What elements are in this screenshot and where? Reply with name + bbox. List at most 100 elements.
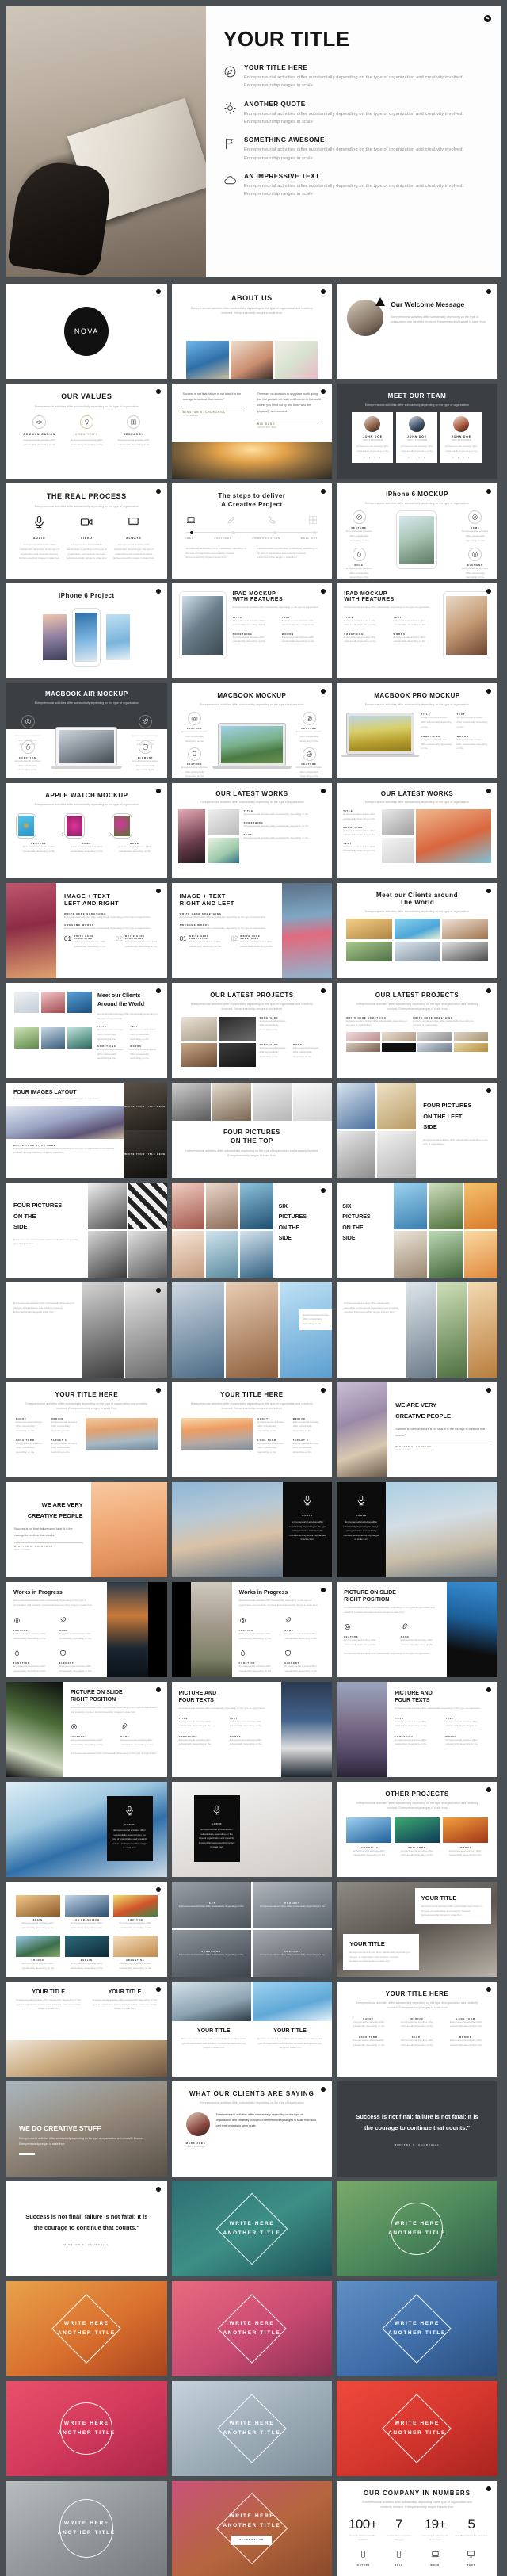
slide-ipad-mockup-features-2[interactable]: IPAD MOCKUP WITH FEATURES Entrepreneuria… [337, 583, 497, 678]
slide-creative-people-1[interactable]: WE ARE VERY CREATIVE PEOPLE Success is n… [337, 1382, 497, 1477]
slide-write-here-grey[interactable]: WRITE HERE ANOTHER TITLE [6, 2481, 167, 2576]
slide-six-pictures-side-1[interactable]: SIX PICTURES ON THE SIDE [171, 1183, 333, 1278]
slide-body: Entrepreneurial activities differ substa… [421, 1905, 482, 1917]
slide-your-title-images[interactable]: YOUR TITLE Entrepreneurial activities di… [171, 1982, 333, 2077]
slide-write-here-warm[interactable]: WRITE HERE ANOTHER TITLE SLIDESALAD [171, 2481, 333, 2576]
slide-image-text-right-left[interactable]: IMAGE + TEXT RIGHT AND LEFT WRITE HERE S… [171, 883, 333, 978]
social-icons[interactable]: ✦ ✦ ✦ ✦ [355, 456, 390, 459]
slide-our-latest-works-1[interactable]: OUR LATEST WORKS Entrepreneurial activit… [171, 783, 333, 878]
slide-your-title-here-1[interactable]: YOUR TITLE HERE Entrepreneurial activiti… [6, 1382, 167, 1477]
client-photo [40, 1027, 66, 1049]
social-icons[interactable]: ✦ ✦ ✦ ✦ [399, 456, 434, 459]
hero-slide[interactable]: YOUR TITLE YOUR TITLE HERE Entrepreneuri… [0, 0, 507, 284]
slide-picture-four-texts-2[interactable]: PICTURE AND FOUR TEXTS Entrepreneurial a… [337, 1682, 497, 1777]
macbook-frame [51, 727, 123, 769]
slide-quote-city[interactable]: Success is not final; failure is not fat… [171, 384, 333, 479]
slide-gallery-right[interactable]: Entrepreneurial activities differ substa… [337, 1282, 497, 1378]
slide-write-here-red[interactable]: WRITE HERE ANOTHER TITLE [6, 2381, 167, 2476]
slide-about-us[interactable]: ABOUT US Entrepreneurial activities diff… [171, 284, 333, 379]
slide-write-here-silver[interactable]: WRITE HERE ANOTHER TITLE [171, 2381, 333, 2476]
top-photo [212, 1083, 251, 1121]
social-icons[interactable]: ✦ ✦ ✦ ✦ [444, 456, 478, 459]
slide-gallery-left-1[interactable]: Entrepreneurial activities differ substa… [6, 1282, 167, 1378]
slide-our-latest-projects-1[interactable]: OUR LATEST PROJECTS Entrepreneurial acti… [171, 983, 333, 1078]
slide-six-places[interactable]: SPAIN Entrepreneurial activities differ s… [6, 1882, 167, 1977]
slide-welcome-message[interactable]: Our Welcome Message Entrepreneurial acti… [337, 284, 497, 379]
slide-six-pictures-side-2[interactable]: SIX PICTURES ON THE SIDE [337, 1183, 497, 1278]
slide-write-here-orange[interactable]: WRITE HERE ANOTHER TITLE [6, 2281, 167, 2376]
slide-works-in-progress-1[interactable]: Works in Progress Entrepreneurial activi… [6, 1582, 167, 1677]
slide-body: Entrepreneurial activities differ substa… [25, 1402, 148, 1411]
slide-marker-dot [321, 2087, 326, 2092]
slide-picture-slide-right-1[interactable]: PICTURE ON SLIDE RIGHT POSITION Entrepre… [337, 1582, 497, 1677]
slide-our-latest-works-2[interactable]: OUR LATEST WORKS Entrepreneurial activit… [337, 783, 497, 878]
slide-audio-photo-2[interactable]: AUDIO Entrepreneurial activities differ … [171, 1782, 333, 1877]
slide-iphone6-project[interactable]: iPhone 6 Project [6, 583, 167, 678]
slide-meet-clients-world[interactable]: Meet our Clients around The World Entrep… [337, 883, 497, 978]
slide-other-projects[interactable]: OTHER PROJECTS Entrepreneurial activitie… [337, 1782, 497, 1877]
left-photo [377, 1083, 417, 1129]
slide-our-latest-projects-2[interactable]: OUR LATEST PROJECTS Entrepreneurial acti… [337, 983, 497, 1078]
stat-value: 100+ [348, 2516, 378, 2532]
slide-image-text-left-right[interactable]: IMAGE + TEXT LEFT AND RIGHT WRITE HERE S… [6, 883, 167, 978]
quote-author-role: NOVAS BIG IDEA [257, 425, 277, 429]
slide-we-do-creative-stuff[interactable]: WE DO CREATIVE STUFF Entrepreneurial act… [6, 2081, 167, 2177]
process-label: VIDEO [80, 537, 93, 541]
slide-write-here-teal[interactable]: WRITE HERE ANOTHER TITLE [171, 2181, 333, 2276]
slide-the-real-process[interactable]: THE REAL PROCESS Entrepreneurial activit… [6, 483, 167, 579]
slide-picture-slide-right-2[interactable]: PICTURE ON SLIDE RIGHT POSITION Entrepre… [6, 1682, 167, 1777]
slide-works-in-progress-2[interactable]: Works in Progress Entrepreneurial activi… [171, 1582, 333, 1677]
slide-body: Entrepreneurial activities differ substa… [200, 703, 304, 706]
slide-macbook-air-mockup[interactable]: MACBOOK AIR MOCKUP Entrepreneurial activ… [6, 683, 167, 778]
slide-audio-photo-1[interactable]: AUDIO Entrepreneurial activities differ … [6, 1782, 167, 1877]
slide-gallery-center[interactable]: Entrepreneurial activities differ substa… [171, 1282, 333, 1378]
slide-write-here-pink[interactable]: WRITE HERE ANOTHER TITLE [171, 2281, 333, 2376]
quote-author-role: UK'S LEADER [14, 1548, 30, 1552]
slide-audio-dark-1[interactable]: AUDIO Entrepreneurial activities differ … [171, 1482, 333, 1577]
slide-meet-clients-around[interactable]: Meet our Clients Around the World Entrep… [6, 983, 167, 1078]
slide-audio-dark-2[interactable]: AUDIO Entrepreneurial activities differ … [337, 1482, 497, 1577]
slide-ipad-mockup-features-1[interactable]: IPAD MOCKUP WITH FEATURES Entrepreneuria… [171, 583, 333, 678]
slide-quote-dark-1[interactable]: Success is not final; failure is not fat… [337, 2081, 497, 2177]
slide-marker-dot [486, 1088, 491, 1093]
slide-steps-to-deliver[interactable]: The steps to deliver A Creative Project … [171, 483, 333, 579]
section-body: Entrepreneurial activities differ substa… [179, 926, 266, 930]
slide-picture-four-texts-1[interactable]: PICTURE AND FOUR TEXTS Entrepreneurial a… [171, 1682, 333, 1777]
slide-meet-our-team[interactable]: MEET OUR TEAM Entrepreneurial activities… [337, 384, 497, 479]
slide-apple-watch-mockup[interactable]: APPLE WATCH MOCKUP Entrepreneurial activ… [6, 783, 167, 878]
microphone-icon [342, 1495, 380, 1510]
slide-title: WRITE HERE [63, 2521, 109, 2527]
icon-label: TEXT [467, 2564, 476, 2567]
slide-creative-people-2[interactable]: WE ARE VERY CREATIVE PEOPLE Success is n… [6, 1482, 167, 1577]
slide-nova-logo[interactable]: NOVA [6, 284, 167, 379]
slide-write-here-blue[interactable]: WRITE HERE ANOTHER TITLE [337, 2281, 497, 2376]
quote-text: Success is not final; failure is not fat… [182, 392, 242, 402]
slide-iphone6-mockup[interactable]: iPhone 6 MOCKUP Entrepreneurial activiti… [337, 483, 497, 579]
slide-four-pictures-left[interactable]: FOUR PICTURES ON THE LEFT SIDE Entrepren… [337, 1083, 497, 1178]
slide-macbook-pro-mockup[interactable]: MACBOOK PRO MOCKUP Entrepreneurial activ… [337, 683, 497, 778]
slide-your-title-here-2[interactable]: YOUR TITLE HERE Entrepreneurial activiti… [171, 1382, 333, 1477]
slide-title-3: SIDE [423, 1123, 437, 1130]
slide-your-title-here-3[interactable]: YOUR TITLE HERE Entrepreneurial activiti… [337, 1982, 497, 2077]
slide-your-title-two-col[interactable]: YOUR TITLE Entrepreneurial activities di… [6, 1982, 167, 2077]
side-photo: WRITE YOUR TITLE HERE [123, 1130, 167, 1178]
slide-our-values[interactable]: OUR VALUES Entrepreneurial activities di… [6, 384, 167, 479]
slide-four-pictures-top[interactable]: FOUR PICTURES ON THE TOP Entrepreneurial… [171, 1083, 333, 1178]
quote-author-role: UK'S LEADER [395, 1448, 411, 1452]
slide-four-overlay-texts[interactable]: TEXT Entrepreneurial activities differ s… [171, 1882, 333, 1977]
slide-quote-light[interactable]: Success is not final; failure is not fat… [6, 2181, 167, 2276]
slide-body: Entrepreneurial activities differ substa… [364, 403, 470, 407]
cta-button[interactable]: SLIDESALAD [231, 2536, 273, 2545]
slide-marker-dot [486, 1687, 491, 1692]
slide-write-here-crimson[interactable]: WRITE HERE ANOTHER TITLE [337, 2381, 497, 2476]
slide-macbook-mockup[interactable]: MACBOOK MOCKUP Entrepreneurial activitie… [171, 683, 333, 778]
col-body: Entrepreneurial activities differ substa… [401, 2020, 433, 2028]
slide-four-pictures-side[interactable]: FOUR PICTURES ON THE SIDE Entrepreneuria… [6, 1183, 167, 1278]
slide-title-2: ANOTHER TITLE [223, 2230, 281, 2236]
slide-company-in-numbers[interactable]: OUR COMPANY IN NUMBERS Entrepreneurial a… [337, 2481, 497, 2576]
slide-write-here-green[interactable]: WRITE HERE ANOTHER TITLE [337, 2181, 497, 2276]
overlay-photo: TEXT Entrepreneurial activities differ s… [171, 1882, 251, 1928]
slide-your-title-pair[interactable]: YOUR TITLE Entrepreneurial activities di… [337, 1882, 497, 1977]
slide-four-images-layout[interactable]: FOUR IMAGES LAYOUT Entrepreneurial activ… [6, 1083, 167, 1178]
slide-what-clients-saying[interactable]: WHAT OUR CLIENTS ARE SAYING Entrepreneur… [171, 2081, 333, 2177]
